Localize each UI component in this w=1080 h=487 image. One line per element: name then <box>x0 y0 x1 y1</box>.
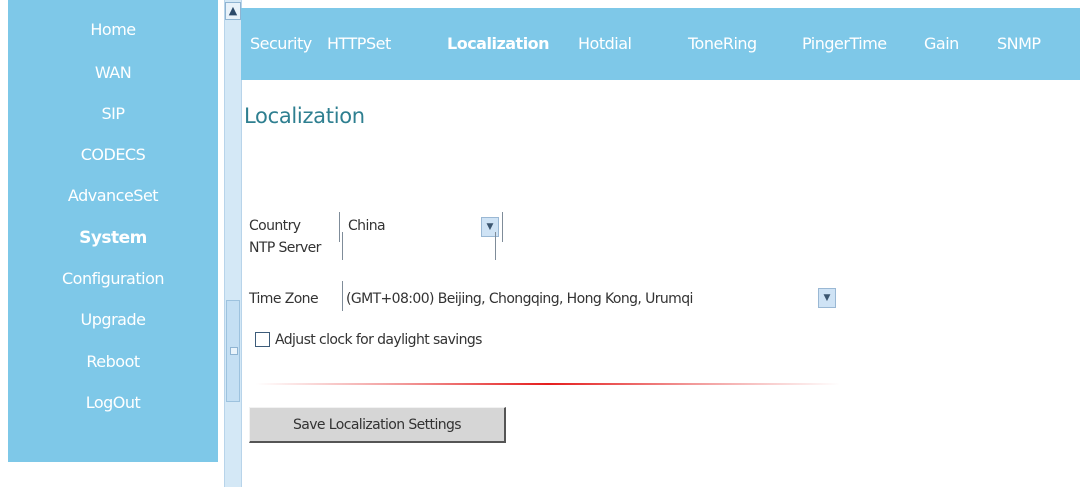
dst-label: Adjust clock for daylight savings <box>275 332 482 348</box>
sidebar-item-codecs[interactable]: CODECS <box>8 145 218 164</box>
ntp-input-edge <box>495 232 496 260</box>
ntp-field-divider <box>342 232 343 260</box>
sidebar-item-sip[interactable]: SIP <box>8 104 218 123</box>
tab-pingertime[interactable]: PingerTime <box>802 34 887 53</box>
tab-snmp[interactable]: SNMP <box>997 34 1041 53</box>
scroll-thumb[interactable] <box>226 300 240 402</box>
top-nav: Security HTTPSet Localization Hotdial To… <box>241 8 1080 80</box>
tab-tonering[interactable]: ToneRing <box>688 34 757 53</box>
ntp-server-input[interactable] <box>345 234 493 256</box>
triangle-up-icon[interactable]: ▲ <box>225 2 241 20</box>
tab-hotdial[interactable]: Hotdial <box>578 34 632 53</box>
country-select-value: China <box>348 218 386 234</box>
page-title: Localization <box>244 104 365 128</box>
sidebar-item-advanceset[interactable]: AdvanceSet <box>8 186 218 205</box>
dst-checkbox[interactable] <box>255 332 270 347</box>
sidebar: Home WAN SIP CODECS AdvanceSet System Co… <box>8 0 218 462</box>
ntp-server-label: NTP Server <box>249 240 321 256</box>
country-field-divider <box>339 212 340 242</box>
sidebar-item-logout[interactable]: LogOut <box>8 393 218 412</box>
sidebar-item-home[interactable]: Home <box>8 20 218 39</box>
tab-httpset[interactable]: HTTPSet <box>327 34 391 53</box>
scrollbar[interactable]: ▲ <box>224 0 242 487</box>
time-zone-label: Time Zone <box>249 291 319 307</box>
sidebar-item-system[interactable]: System <box>8 228 218 248</box>
tab-localization[interactable]: Localization <box>447 34 550 53</box>
sidebar-item-wan[interactable]: WAN <box>8 63 218 82</box>
save-localization-button[interactable]: Save Localization Settings <box>249 407 506 443</box>
country-label: Country <box>249 218 301 234</box>
section-divider <box>256 383 840 385</box>
chevron-down-icon[interactable]: ▼ <box>818 288 836 308</box>
page: Home WAN SIP CODECS AdvanceSet System Co… <box>0 0 1080 487</box>
sidebar-item-configuration[interactable]: Configuration <box>8 269 218 288</box>
country-select-edge <box>502 212 503 242</box>
time-zone-field-divider <box>342 281 343 311</box>
sidebar-item-reboot[interactable]: Reboot <box>8 352 218 371</box>
tab-gain[interactable]: Gain <box>924 34 959 53</box>
scroll-grip-icon <box>230 347 238 355</box>
time-zone-select-value: (GMT+08:00) Beijing, Chongqing, Hong Kon… <box>346 291 693 307</box>
sidebar-item-upgrade[interactable]: Upgrade <box>8 310 218 329</box>
tab-security[interactable]: Security <box>250 34 312 53</box>
